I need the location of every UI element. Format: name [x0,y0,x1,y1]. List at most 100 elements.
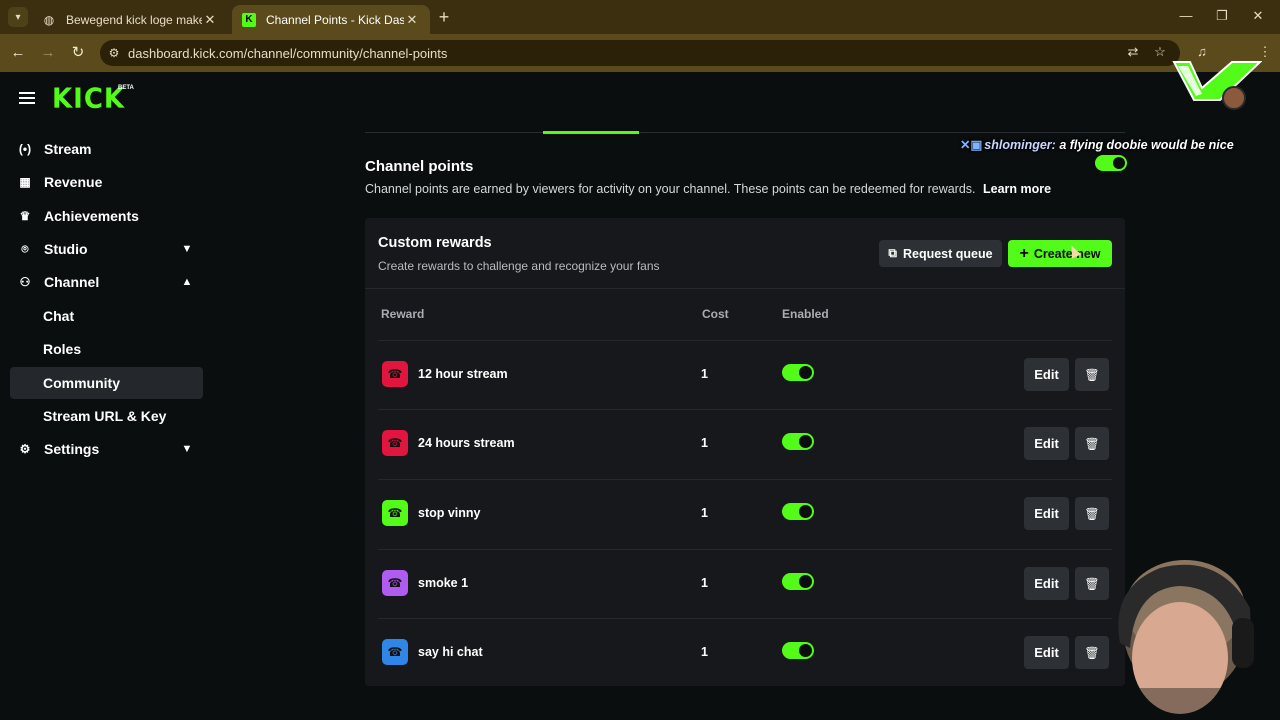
sidebar-item-label: Settings [44,441,100,457]
chevron-down-icon: ▼ [181,443,193,455]
trophy-icon: ♛ [19,209,31,223]
reward-enabled-toggle[interactable] [782,503,814,520]
broadcast-icon: (•) [18,142,32,156]
sidebar-item-achievements[interactable]: ♛ Achievements [10,200,203,232]
reward-enabled-toggle[interactable] [782,573,814,590]
users-icon: ⚇ [19,275,31,289]
close-tab-icon[interactable]: ✕ [202,12,218,28]
reward-gift-icon: ☎ [382,570,408,596]
sidebar-item-channel[interactable]: ⚇ Channel ▲ [10,266,203,298]
learn-more-link[interactable]: Learn more [983,182,1051,196]
request-queue-button[interactable]: ⧉ Request queue [879,240,1002,267]
browser-tab-active[interactable]: K Channel Points - Kick Dashboard ✕ [232,5,430,34]
avatar[interactable] [1222,86,1246,110]
section-tab-active-indicator [543,131,639,134]
chat-username: shlominger: [984,138,1056,152]
reward-enabled-toggle[interactable] [782,433,814,450]
reload-icon[interactable]: ↻ [68,43,88,63]
hamburger-menu-icon[interactable] [19,92,35,104]
chat-overlay-message: ✕▣ shlominger: a flying doobie would be n… [960,137,1234,152]
sidebar-item-label: Stream [44,141,92,157]
globe-icon: ◍ [43,12,55,27]
sidebar-item-settings[interactable]: ⚙ Settings ▼ [10,433,203,465]
reward-gift-icon: ☎ [382,361,408,387]
forward-icon[interactable]: → [38,43,58,63]
trash-icon[interactable]: 🗑 [1075,358,1109,391]
table-row: ☎ 24 hours stream 1 Edit 🗑 [378,409,1112,478]
sidebar-item-roles[interactable]: Roles [10,333,203,365]
minimize-icon[interactable]: — [1176,8,1196,26]
edit-reward-button[interactable]: Edit [1024,427,1069,460]
sidebar-item-stream[interactable]: (•) Stream [10,133,203,165]
reward-name: say hi chat [418,645,483,659]
trash-icon[interactable]: 🗑 [1075,427,1109,460]
browser-tab-inactive[interactable]: ◍ Bewegend kick loge maken ✕ [32,5,228,34]
address-bar[interactable]: ⚙ dashboard.kick.com/channel/community/c… [100,40,1180,66]
reward-name: smoke 1 [418,576,469,590]
edit-reward-button[interactable]: Edit [1024,636,1069,669]
back-icon[interactable]: ← [8,43,28,63]
sidebar-item-label: Community [43,375,120,391]
table-row: ☎ say hi chat 1 Edit 🗑 [378,618,1112,687]
reward-cost: 1 [701,367,708,381]
page-title: Channel points [365,158,474,175]
reward-cost: 1 [701,645,708,659]
bookmark-star-icon[interactable]: ☆ [1151,44,1169,62]
translate-icon[interactable]: ⇄ [1124,44,1142,62]
close-window-icon[interactable]: ✕ [1248,8,1268,26]
stream-overlay-logo-icon [1172,61,1262,101]
restore-icon[interactable]: ❐ [1212,8,1232,26]
studio-icon: ⌾ [21,241,29,256]
kick-logo[interactable]: KICK [52,83,125,115]
reward-enabled-toggle[interactable] [782,642,814,659]
table-row: ☎ smoke 1 1 Edit 🗑 [378,549,1112,618]
reward-enabled-toggle[interactable] [782,364,814,381]
chevron-down-icon: ▼ [181,243,193,255]
sidebar-item-label: Revenue [44,174,103,190]
browser-tab-bar: ▾ ◍ Bewegend kick loge maken ✕ K Channel… [0,0,1280,34]
sidebar-item-label: Chat [43,308,75,324]
sidebar: (•) Stream ▦ Revenue ♛ Achievements ⌾ St… [0,124,214,720]
channel-points-toggle[interactable] [1095,155,1127,171]
reward-name: 24 hours stream [418,436,515,450]
external-link-icon: ⧉ [888,246,897,260]
edit-reward-button[interactable]: Edit [1024,567,1069,600]
description-text: Channel points are earned by viewers for… [365,182,976,196]
sidebar-item-studio[interactable]: ⌾ Studio ▼ [10,233,203,265]
table-row: ☎ stop vinny 1 Edit 🗑 [378,479,1112,548]
sidebar-item-chat[interactable]: Chat [10,300,203,332]
sidebar-item-stream-url-key[interactable]: Stream URL & Key [10,400,203,432]
reward-gift-icon: ☎ [382,430,408,456]
url-text: dashboard.kick.com/channel/community/cha… [128,45,448,61]
tab-search-dropdown-icon[interactable]: ▾ [8,7,28,27]
sidebar-item-label: Studio [44,241,88,257]
column-header-enabled: Enabled [782,307,829,321]
card-divider [365,288,1125,289]
sidebar-item-community[interactable]: Community [10,367,203,399]
reward-gift-icon: ☎ [382,500,408,526]
chat-badge-icon: ✕▣ [960,138,983,152]
edit-reward-button[interactable]: Edit [1024,358,1069,391]
reward-gift-icon: ☎ [382,639,408,665]
chart-icon: ▦ [19,175,31,189]
tab-title: Bewegend kick loge maken [66,12,202,27]
sidebar-item-label: Stream URL & Key [43,408,167,424]
gear-icon: ⚙ [19,442,31,456]
reward-name: 12 hour stream [418,367,508,381]
custom-rewards-title: Custom rewards [378,235,492,251]
site-info-icon[interactable]: ⚙ [100,46,128,60]
sidebar-item-revenue[interactable]: ▦ Revenue [10,166,203,198]
sidebar-item-label: Achievements [44,208,139,224]
kick-favicon-icon: K [242,12,256,27]
close-tab-icon[interactable]: ✕ [404,12,420,28]
sidebar-item-label: Channel [44,274,100,290]
chevron-up-icon: ▲ [181,276,193,288]
custom-rewards-subtitle: Create rewards to challenge and recogniz… [378,259,660,273]
plus-icon: + [1019,244,1029,262]
table-row: ☎ 12 hour stream 1 Edit 🗑 [378,340,1112,409]
trash-icon[interactable]: 🗑 [1075,497,1109,530]
new-tab-icon[interactable]: + [434,7,454,27]
create-new-button[interactable]: + Create new [1008,240,1112,267]
edit-reward-button[interactable]: Edit [1024,497,1069,530]
section-tabs-divider [365,132,1125,133]
